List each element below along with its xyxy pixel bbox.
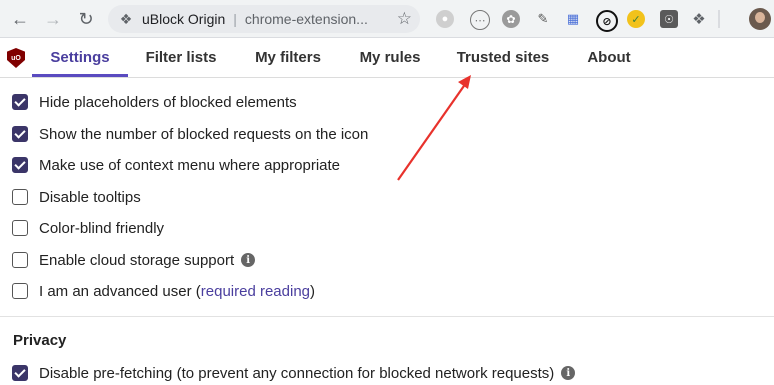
annotation-arrow <box>397 75 471 181</box>
arrow-shaft <box>397 82 467 181</box>
